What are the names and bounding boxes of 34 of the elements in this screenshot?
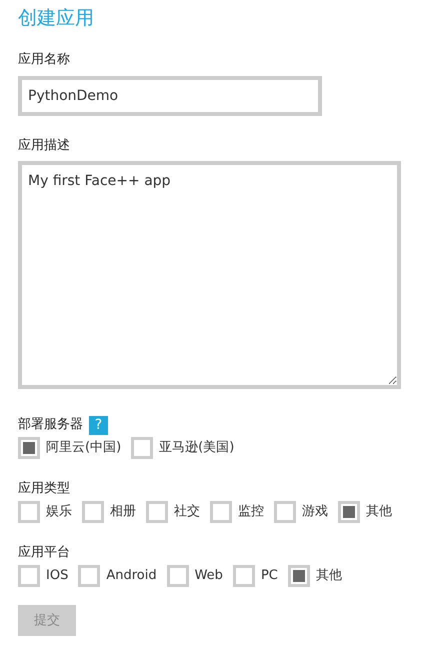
checkbox[interactable] (232, 565, 255, 587)
checkbox[interactable] (131, 437, 154, 459)
checkbox[interactable] (18, 565, 40, 587)
option-label: 其他 (316, 567, 342, 585)
group-label: 应用类型 (18, 480, 70, 498)
checkbox[interactable] (210, 501, 232, 523)
option-label: 监控 (238, 503, 264, 521)
option-label: 亚马逊(美国) (159, 439, 234, 457)
option-label: Web (194, 567, 223, 585)
option-label: 社交 (174, 503, 200, 521)
checkbox[interactable] (166, 565, 189, 587)
checkbox[interactable] (18, 437, 40, 459)
field-label: 应用描述 (18, 137, 70, 155)
option-label: Android (106, 567, 157, 585)
option-label: 相册 (110, 503, 136, 521)
field-label: 应用名称 (18, 51, 70, 69)
option-label: 阿里云(中国) (46, 439, 122, 457)
option-label: PC (260, 567, 278, 585)
checkbox[interactable] (18, 501, 40, 523)
checkbox[interactable] (78, 565, 100, 587)
group-label: 部署服务器 (18, 416, 83, 434)
name-field[interactable]: PythonDemo (18, 76, 322, 116)
checkbox[interactable] (338, 501, 360, 523)
checkbox[interactable] (82, 501, 104, 523)
checkbox[interactable] (274, 501, 296, 523)
group-label: 应用平台 (18, 544, 70, 562)
option-label: 其他 (366, 503, 392, 521)
checkbox[interactable] (146, 501, 168, 523)
option-label: 娱乐 (46, 503, 72, 521)
option-label: IOS (46, 567, 68, 585)
option-label: 游戏 (302, 503, 328, 521)
page-title: 创建应用 (18, 6, 94, 31)
description-field[interactable]: My first Face++ app (18, 161, 401, 389)
checkbox[interactable] (288, 565, 310, 587)
